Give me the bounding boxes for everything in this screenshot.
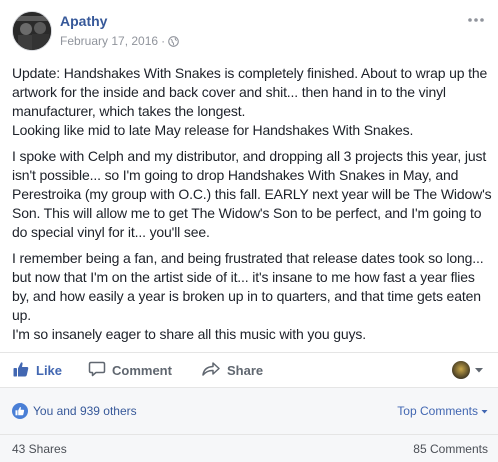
caret-down-icon xyxy=(481,404,488,418)
post-paragraph: I spoke with Celph and my distributor, a… xyxy=(12,148,492,240)
meta-separator: · xyxy=(161,34,166,48)
comments-count[interactable]: 85 Comments xyxy=(413,442,488,456)
shares-count[interactable]: 43 Shares xyxy=(12,442,67,456)
post-options-icon[interactable] xyxy=(466,13,486,27)
share-button[interactable]: Share xyxy=(201,353,263,387)
caret-down-icon xyxy=(474,361,484,379)
post-header: Apathy February 17, 2016 · xyxy=(12,11,486,55)
counts-bar: 43 Shares 85 Comments xyxy=(0,434,498,462)
author-avatar[interactable] xyxy=(12,11,52,51)
reactions-bar: You and 939 others Top Comments xyxy=(0,388,498,434)
top-comments-dropdown[interactable]: Top Comments xyxy=(397,404,488,418)
thumbs-up-icon xyxy=(12,360,30,381)
comment-icon xyxy=(88,360,106,381)
action-bar: Like Comment Share xyxy=(0,352,498,388)
post-paragraph: Update: Handshakes With Snakes is comple… xyxy=(12,65,488,138)
post-meta: February 17, 2016 · xyxy=(60,34,179,48)
post-body: Update: Handshakes With Snakes is comple… xyxy=(12,64,492,351)
post-date[interactable]: February 17, 2016 xyxy=(60,34,158,48)
user-avatar xyxy=(452,361,470,379)
author-name[interactable]: Apathy xyxy=(60,13,107,29)
comment-button[interactable]: Comment xyxy=(88,353,172,387)
comment-label: Comment xyxy=(112,362,172,378)
likes-summary[interactable]: You and 939 others xyxy=(12,403,137,419)
post-paragraph: I remember being a fan, and being frustr… xyxy=(12,250,484,342)
like-reaction-icon xyxy=(12,403,28,419)
like-button[interactable]: Like xyxy=(12,353,62,387)
likes-summary-text: You and 939 others xyxy=(33,404,137,418)
globe-icon[interactable] xyxy=(168,35,179,47)
share-icon xyxy=(201,360,221,381)
reaction-identity-selector[interactable] xyxy=(452,361,484,379)
share-label: Share xyxy=(227,362,264,378)
like-label: Like xyxy=(36,362,63,378)
facebook-post: Apathy February 17, 2016 · Update: Hands… xyxy=(0,0,498,462)
top-comments-label: Top Comments xyxy=(397,404,478,418)
